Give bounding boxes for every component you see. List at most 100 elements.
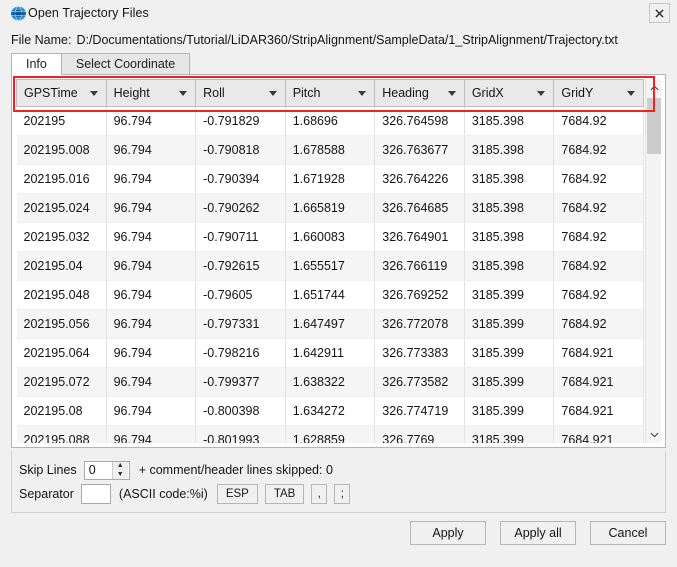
table-cell: 7684.92 — [553, 106, 644, 136]
table-row[interactable]: 202195.04 96.794 -0.792615 1.655517 326.7661… — [16, 251, 644, 281]
table-cell: 96.794 — [106, 396, 197, 426]
stepper-buttons[interactable]: ▲ ▼ — [111, 461, 128, 479]
table-row[interactable]: 202195.016 96.794 -0.790394 1.671928 326.764… — [16, 164, 644, 194]
separator-comma-button[interactable]: , — [311, 484, 328, 504]
table-row[interactable]: 202195.064 96.794 -0.798216 1.642911 326.773… — [16, 338, 644, 368]
chevron-down-icon — [650, 432, 658, 437]
chevron-down-icon[interactable] — [179, 91, 188, 96]
table-cell: 202195.016 — [16, 164, 107, 194]
scroll-down-arrow-icon[interactable] — [646, 426, 661, 443]
table-cell: -0.799377 — [195, 367, 286, 397]
scroll-thumb[interactable] — [647, 98, 661, 154]
table-cell: 326.766119 — [374, 251, 465, 281]
close-button[interactable] — [649, 3, 670, 23]
open-trajectory-files-dialog: Open Trajectory Files File Name: D:/Docum… — [0, 0, 677, 567]
table-cell: -0.800398 — [195, 396, 286, 426]
skip-lines-label: Skip Lines — [19, 463, 77, 477]
chevron-down-icon[interactable] — [358, 91, 367, 96]
apply-button[interactable]: Apply — [410, 521, 486, 545]
table-cell: 1.634272 — [285, 396, 376, 426]
table-cell: 96.794 — [106, 222, 197, 252]
table-cell: 7684.92 — [553, 280, 644, 310]
table-cell: 3185.398 — [464, 193, 555, 223]
table-cell: 3185.398 — [464, 135, 555, 165]
column-header-height[interactable]: Height — [105, 79, 197, 107]
separator-label: Separator — [19, 487, 74, 501]
column-header-label: Pitch — [292, 86, 321, 100]
table-cell: 3185.399 — [464, 396, 555, 426]
chevron-down-icon[interactable] — [89, 91, 98, 96]
info-tab-panel: GPSTime Height Roll Pitch Heading GridX … — [11, 75, 666, 448]
chevron-up-icon — [650, 85, 658, 90]
table-cell: 1.647497 — [285, 309, 376, 339]
table-cell: -0.801993 — [195, 425, 286, 443]
apply-all-button[interactable]: Apply all — [500, 521, 576, 545]
table-cell: -0.791829 — [195, 106, 286, 136]
separator-input[interactable] — [80, 484, 111, 504]
table-row[interactable]: 202195.056 96.794 -0.797331 1.647497 326.772… — [16, 309, 644, 339]
table-row[interactable]: 202195.088 96.794 -0.801993 1.628859 326.776… — [16, 425, 644, 443]
column-header-gpstime[interactable]: GPSTime — [16, 79, 107, 107]
chevron-down-icon[interactable] — [268, 91, 277, 96]
close-icon — [655, 8, 664, 18]
table-row[interactable]: 202195.048 96.794 -0.79605 1.651744 326.7692… — [16, 280, 644, 310]
chevron-down-icon[interactable] — [447, 91, 456, 96]
globe-logo-icon — [11, 5, 26, 21]
dialog-footer: Apply Apply all Cancel — [410, 521, 666, 545]
skip-lines-row: Skip Lines 0 ▲ ▼ + comment/header lines … — [19, 458, 665, 482]
stepper-up-icon[interactable]: ▲ — [113, 462, 128, 471]
skip-lines-note: + comment/header lines skipped: 0 — [138, 463, 333, 477]
table-row[interactable]: 202195.072 96.794 -0.799377 1.638322 326.773… — [16, 367, 644, 397]
table-cell: 1.651744 — [285, 280, 376, 310]
table-cell: 96.794 — [106, 251, 197, 281]
tab-select-coordinate[interactable]: Select Coordinate — [60, 53, 191, 74]
table-vertical-scrollbar[interactable] — [645, 79, 661, 443]
column-header-gridx[interactable]: GridX — [463, 79, 555, 107]
table-row[interactable]: 202195.08 96.794 -0.800398 1.634272 326.7747… — [16, 396, 644, 426]
chevron-down-icon[interactable] — [537, 91, 546, 96]
scroll-up-arrow-icon[interactable] — [646, 79, 661, 96]
table-cell: 96.794 — [106, 338, 197, 368]
chevron-down-icon[interactable] — [627, 91, 635, 96]
table-scroll-region[interactable]: GPSTime Height Roll Pitch Heading GridX … — [16, 79, 644, 443]
column-header-gridy[interactable]: GridY — [553, 79, 644, 107]
table-cell: 326.764226 — [374, 164, 465, 194]
table-cell: 7684.921 — [553, 338, 644, 368]
column-header-pitch[interactable]: Pitch — [284, 79, 376, 107]
table-cell: 326.774719 — [374, 396, 465, 426]
stepper-down-icon[interactable]: ▼ — [113, 470, 128, 479]
table-cell: 326.7769 — [374, 425, 465, 443]
table-row[interactable]: 202195.008 96.794 -0.790818 1.678588 326.763… — [16, 135, 644, 165]
table-cell: -0.790262 — [195, 193, 286, 223]
table-cell: 326.772078 — [374, 309, 465, 339]
table-cell: 326.763677 — [374, 135, 465, 165]
table-cell: 1.628859 — [285, 425, 376, 443]
table-cell: 202195.072 — [16, 367, 107, 397]
table-cell: -0.797331 — [195, 309, 286, 339]
column-header-label: Height — [113, 86, 150, 100]
separator-tab-button[interactable]: TAB — [264, 484, 305, 504]
table-cell: 1.671928 — [285, 164, 376, 194]
table-cell: 202195.04 — [16, 251, 107, 281]
table-cell: 202195.08 — [16, 396, 107, 426]
table-cell: 202195 — [16, 106, 107, 136]
column-header-label: Roll — [203, 86, 225, 100]
separator-esp-button[interactable]: ESP — [216, 484, 258, 504]
table-cell: 326.764598 — [374, 106, 465, 136]
table-row[interactable]: 202195.032 96.794 -0.790711 1.660083 326.764… — [16, 222, 644, 252]
table-cell: 202195.056 — [16, 309, 107, 339]
table-cell: 96.794 — [106, 193, 197, 223]
parse-options-panel: Skip Lines 0 ▲ ▼ + comment/header lines … — [11, 451, 666, 513]
separator-semicolon-button[interactable]: ; — [334, 484, 351, 504]
table-cell: 96.794 — [106, 135, 197, 165]
table-cell: 202195.008 — [16, 135, 107, 165]
table-row[interactable]: 202195 96.794 -0.791829 1.68696 326.764598 31… — [16, 106, 644, 136]
column-header-roll[interactable]: Roll — [195, 79, 286, 107]
skip-lines-stepper[interactable]: 0 ▲ ▼ — [83, 460, 130, 480]
cancel-button[interactable]: Cancel — [590, 521, 666, 545]
tab-info[interactable]: Info — [11, 53, 62, 75]
table-cell: -0.792615 — [195, 251, 286, 281]
table-cell: 7684.92 — [553, 222, 644, 252]
column-header-heading[interactable]: Heading — [374, 79, 465, 107]
table-row[interactable]: 202195.024 96.794 -0.790262 1.665819 326.764… — [16, 193, 644, 223]
